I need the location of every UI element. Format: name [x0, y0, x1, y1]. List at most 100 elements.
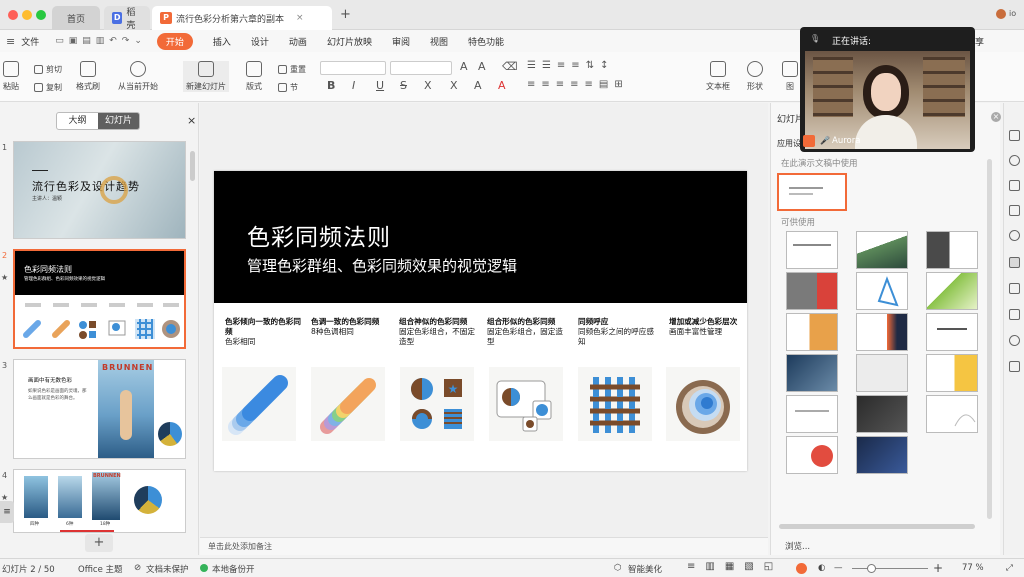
underline-icon[interactable]: U — [376, 79, 384, 92]
template-thumb[interactable] — [926, 272, 978, 310]
quick-access-icons[interactable]: ▭▣▤▥↶↷⌄ — [55, 36, 147, 46]
textbox-button[interactable]: 文本框 — [706, 61, 730, 92]
slide-library-icon[interactable] — [1009, 257, 1020, 268]
backup-icon[interactable] — [1009, 361, 1020, 372]
browse-button[interactable]: 浏览... — [785, 540, 810, 552]
strikethrough-icon[interactable]: S — [400, 79, 407, 92]
bold-icon[interactable]: B — [327, 79, 335, 92]
template-thumb[interactable] — [786, 313, 838, 351]
close-panel-button[interactable]: × — [187, 114, 196, 127]
transition-icon[interactable] — [1009, 309, 1020, 320]
template-thumb[interactable] — [856, 313, 908, 351]
menu-slideshow[interactable]: 幻灯片放映 — [327, 35, 372, 48]
template-thumb[interactable] — [856, 354, 908, 392]
tab-home[interactable]: 首页 — [52, 6, 100, 30]
format-painter-button[interactable]: 格式刷 — [76, 61, 100, 92]
template-thumb[interactable] — [926, 395, 978, 433]
section-button[interactable]: 节 — [278, 82, 298, 93]
template-thumb[interactable] — [926, 313, 978, 351]
template-thumb[interactable] — [856, 436, 908, 474]
hamburger-icon[interactable]: ≡ — [6, 35, 15, 48]
zoom-slider-track[interactable] — [852, 568, 928, 569]
expand-panel-handle[interactable]: ≡ — [0, 501, 14, 523]
fit-window-icon[interactable]: ⤢ — [1006, 563, 1013, 573]
protection-status[interactable]: 文档未保护 — [146, 563, 189, 575]
video-call-overlay[interactable]: 🎙 正在讲话: 🎤 Aurora — [800, 27, 975, 152]
slide-canvas[interactable]: 色彩同频法则 管理色彩群组、色彩同频效果的视觉逻辑 色彩倾向一致的色彩同频 色彩相… — [200, 103, 768, 555]
add-slide-button[interactable]: + — [85, 534, 113, 552]
play-slideshow-icon[interactable] — [796, 563, 807, 574]
slide-thumb-4[interactable]: BRUNNEN 四种 6种 18种 — [13, 469, 186, 533]
menu-animation[interactable]: 动画 — [289, 35, 307, 48]
slide-thumb-2[interactable]: 色彩同频法则 管理色彩群组、色彩同频效果的视觉逻辑 — [13, 249, 186, 349]
template-thumb[interactable] — [856, 272, 908, 310]
shape-button[interactable]: 形状 — [747, 61, 763, 92]
tab-outline[interactable]: 大纲 — [57, 113, 98, 129]
superscript-icon[interactable]: X — [424, 79, 432, 92]
animation-icon[interactable] — [1009, 205, 1020, 216]
paste-button[interactable]: 粘贴 — [3, 61, 19, 92]
cut-button[interactable]: 剪切 — [34, 64, 62, 75]
copy-button[interactable]: 复制 — [34, 82, 62, 93]
play-from-current-button[interactable]: 从当前开始 — [118, 61, 158, 92]
star-icon[interactable] — [1009, 283, 1020, 294]
slide-thumb-1[interactable]: 流行色彩及设计趋势 主讲人：温颖 — [13, 141, 186, 239]
menu-file[interactable]: 文件 — [21, 35, 39, 48]
menu-design[interactable]: 设计 — [251, 35, 269, 48]
font-shrink-icon[interactable]: A — [478, 60, 486, 73]
mic-muted-icon[interactable]: 🎙 — [810, 34, 820, 43]
zoom-in-button[interactable]: + — [933, 561, 943, 575]
template-thumb[interactable] — [926, 354, 978, 392]
template-thumb[interactable] — [786, 436, 838, 474]
slide-subtitle[interactable]: 管理色彩群组、色彩同频效果的视觉逻辑 — [247, 255, 517, 276]
new-slide-button[interactable]: 新建幻灯片 — [183, 61, 229, 92]
zoom-slider-thumb[interactable] — [867, 564, 876, 573]
slides-scrollbar[interactable] — [190, 151, 195, 181]
alignment-icons[interactable]: ≡≡≡≡≡▤⊞ — [527, 79, 629, 90]
used-slide-thumb[interactable] — [777, 173, 847, 211]
settings-icon[interactable] — [1009, 230, 1020, 241]
backup-status[interactable]: 本地备份开 — [212, 563, 255, 575]
subscript-icon[interactable]: X — [450, 79, 458, 92]
menu-special[interactable]: 特色功能 — [468, 35, 504, 48]
history-icon[interactable] — [1009, 335, 1020, 346]
comment-icon[interactable] — [1009, 130, 1020, 141]
template-thumb[interactable] — [786, 354, 838, 392]
menu-start[interactable]: 开始 — [156, 32, 193, 50]
close-window-button[interactable] — [8, 10, 18, 20]
menu-insert[interactable]: 插入 — [213, 35, 231, 48]
shape-style-icon[interactable] — [1009, 155, 1020, 166]
user-avatar[interactable] — [996, 9, 1006, 19]
library-vertical-scrollbar[interactable] — [987, 159, 992, 519]
theme-name[interactable]: Office 主题 — [78, 563, 123, 575]
zoom-out-button[interactable]: — — [834, 563, 843, 573]
speaker-notes-icon[interactable]: ◐ — [818, 563, 825, 573]
slide-thumb-3[interactable]: 画面中有无数色彩 如果说色彩是画面的灵魂，那么画面就是色彩的舞台。 BRUNNE… — [13, 359, 186, 459]
view-mode-icons[interactable]: ≡▥▦▧◱ — [687, 561, 783, 572]
layout-button[interactable]: 版式 — [246, 61, 262, 92]
template-thumb[interactable] — [926, 231, 978, 269]
tab-document[interactable]: P 流行色彩分析第六章的副本 × — [152, 6, 332, 30]
slide-title[interactable]: 色彩同频法则 — [247, 218, 391, 252]
picture-button[interactable]: 图 — [782, 61, 798, 92]
template-thumb[interactable] — [786, 231, 838, 269]
template-thumb[interactable] — [786, 272, 838, 310]
zoom-level[interactable]: 77 % — [962, 563, 984, 573]
format-icon[interactable] — [1009, 180, 1020, 191]
library-close-icon[interactable]: × — [991, 112, 1001, 122]
minimize-window-button[interactable] — [22, 10, 32, 20]
template-thumb[interactable] — [786, 395, 838, 433]
tab-docer[interactable]: D 稻壳 — [104, 6, 150, 31]
library-horizontal-scrollbar[interactable] — [779, 524, 975, 529]
new-tab-button[interactable]: + — [340, 7, 351, 22]
share-button[interactable]: 享 — [975, 35, 984, 48]
smart-beautify-button[interactable]: 智能美化 — [628, 563, 662, 575]
italic-icon[interactable]: I — [352, 79, 355, 92]
current-slide[interactable]: 色彩同频法则 管理色彩群组、色彩同频效果的视觉逻辑 色彩倾向一致的色彩同频 色彩相… — [214, 171, 747, 471]
font-size-select[interactable] — [390, 61, 452, 75]
maximize-window-button[interactable] — [36, 10, 46, 20]
tab-close-icon[interactable]: × — [296, 13, 304, 23]
notes-field[interactable]: 单击此处添加备注 — [200, 537, 768, 555]
font-name-select[interactable] — [320, 61, 386, 75]
reset-button[interactable]: 重置 — [278, 64, 306, 75]
